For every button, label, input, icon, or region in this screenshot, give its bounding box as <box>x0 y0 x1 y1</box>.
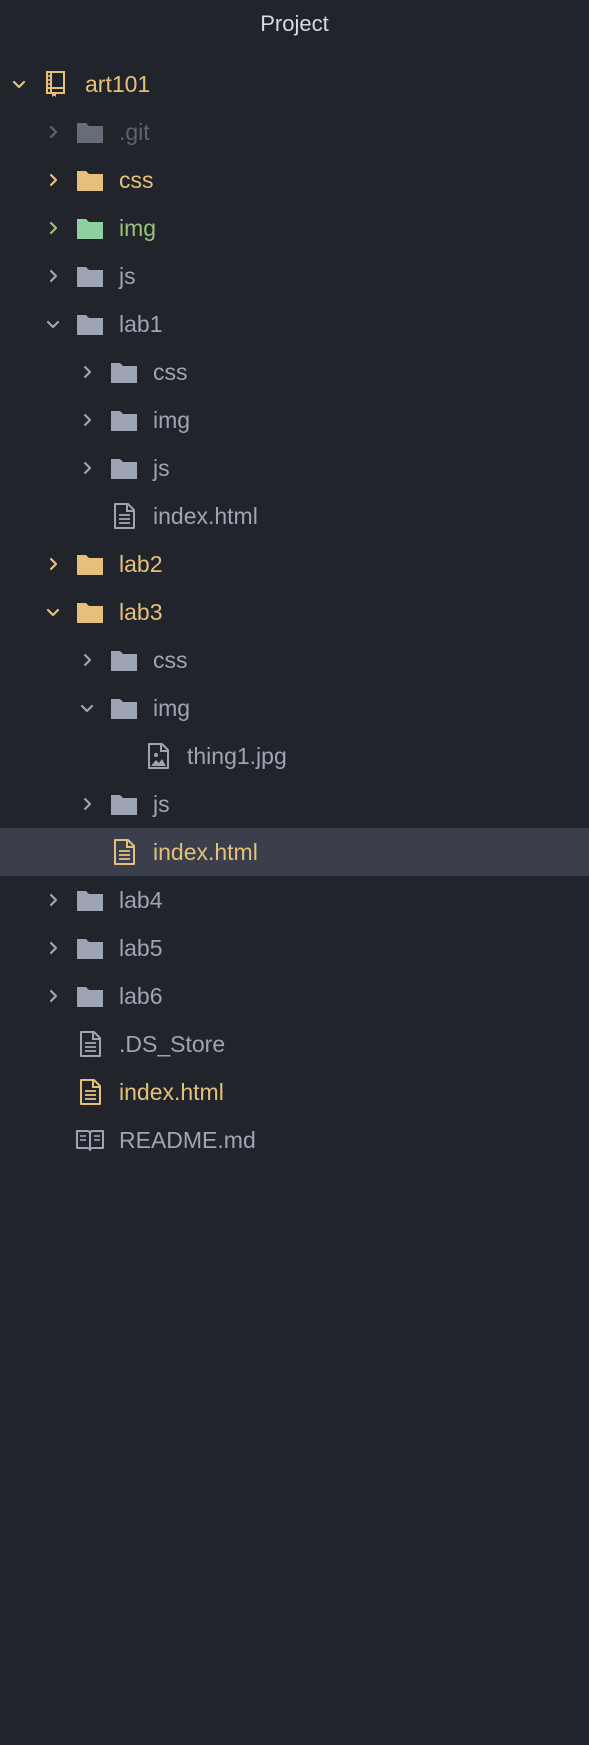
tree-item-label: css <box>153 647 188 673</box>
tree-file-item[interactable]: index.html <box>0 492 589 540</box>
chevron-right-icon[interactable] <box>76 457 98 479</box>
file-text-icon <box>75 1029 105 1059</box>
tree-item-label: thing1.jpg <box>187 743 287 769</box>
tree-folder-item[interactable]: lab6 <box>0 972 589 1020</box>
tree-folder-item[interactable]: lab3 <box>0 588 589 636</box>
chevron-down-icon[interactable] <box>8 73 30 95</box>
panel-title: Project <box>260 11 329 36</box>
chevron-right-icon[interactable] <box>42 937 64 959</box>
tree-item-label: .DS_Store <box>119 1031 226 1057</box>
folder-icon <box>75 549 105 579</box>
tree-folder-item[interactable]: js <box>0 252 589 300</box>
tree-file-item[interactable]: index.html <box>0 828 589 876</box>
tree-file-item[interactable]: thing1.jpg <box>0 732 589 780</box>
tree-item-label: lab5 <box>119 935 163 961</box>
folder-icon <box>75 981 105 1011</box>
tree-folder-item[interactable]: .git <box>0 108 589 156</box>
file-tree: art101 .git css img js lab1 css img js index.html… <box>0 60 589 1164</box>
tree-item-label: index.html <box>119 1079 224 1105</box>
project-panel: Project art101 .git css img js lab1 css img js in… <box>0 0 589 1745</box>
chevron-right-icon[interactable] <box>76 361 98 383</box>
tree-item-label: img <box>153 695 191 721</box>
folder-icon <box>75 885 105 915</box>
folder-icon <box>75 213 105 243</box>
tree-item-label: .git <box>119 119 150 145</box>
tree-file-item[interactable]: README.md <box>0 1116 589 1164</box>
folder-icon <box>109 357 139 387</box>
tree-file-item[interactable]: .DS_Store <box>0 1020 589 1068</box>
tree-folder-item[interactable]: lab1 <box>0 300 589 348</box>
file-image-icon <box>143 741 173 771</box>
chevron-right-icon[interactable] <box>42 217 64 239</box>
folder-icon <box>75 309 105 339</box>
tree-item-label: img <box>153 407 191 433</box>
tree-folder-item[interactable]: js <box>0 444 589 492</box>
folder-icon <box>109 453 139 483</box>
tree-folder-item[interactable]: css <box>0 156 589 204</box>
folder-icon <box>75 261 105 291</box>
folder-icon <box>109 789 139 819</box>
tree-item-label: lab1 <box>119 311 163 337</box>
tree-folder-item[interactable]: lab4 <box>0 876 589 924</box>
chevron-right-icon[interactable] <box>42 985 64 1007</box>
chevron-right-icon[interactable] <box>76 409 98 431</box>
tree-item-label: img <box>119 215 157 241</box>
tree-folder-item[interactable]: img <box>0 396 589 444</box>
file-text-icon <box>109 501 139 531</box>
tree-folder-item[interactable]: css <box>0 348 589 396</box>
chevron-right-icon[interactable] <box>76 649 98 671</box>
folder-icon <box>109 405 139 435</box>
tree-item-label: lab6 <box>119 983 163 1009</box>
chevron-right-icon[interactable] <box>42 121 64 143</box>
chevron-down-icon[interactable] <box>42 313 64 335</box>
tree-file-item[interactable]: index.html <box>0 1068 589 1116</box>
tree-item-label: js <box>153 791 170 817</box>
folder-icon <box>75 933 105 963</box>
repo-icon <box>41 69 71 99</box>
tree-item-label: lab3 <box>119 599 163 625</box>
file-text-icon <box>75 1077 105 1107</box>
folder-icon <box>109 693 139 723</box>
chevron-right-icon[interactable] <box>42 889 64 911</box>
chevron-right-icon[interactable] <box>42 169 64 191</box>
tree-item-label: js <box>153 455 170 481</box>
folder-icon <box>75 165 105 195</box>
tree-item-label: index.html <box>153 839 258 865</box>
tree-item-label: lab4 <box>119 887 163 913</box>
folder-icon <box>75 117 105 147</box>
chevron-down-icon[interactable] <box>42 601 64 623</box>
chevron-right-icon[interactable] <box>76 793 98 815</box>
tree-item-label: js <box>119 263 136 289</box>
chevron-down-icon[interactable] <box>76 697 98 719</box>
tree-item-label: css <box>153 359 188 385</box>
folder-icon <box>109 645 139 675</box>
chevron-right-icon[interactable] <box>42 265 64 287</box>
tree-folder-item[interactable]: css <box>0 636 589 684</box>
tree-item-label: art101 <box>85 71 151 97</box>
book-icon <box>75 1125 105 1155</box>
tree-folder-item[interactable]: img <box>0 684 589 732</box>
tree-folder-item[interactable]: lab2 <box>0 540 589 588</box>
tree-folder-item[interactable]: img <box>0 204 589 252</box>
file-text-icon <box>109 837 139 867</box>
tree-folder-item[interactable]: js <box>0 780 589 828</box>
tree-folder-item[interactable]: art101 <box>0 60 589 108</box>
tree-item-label: README.md <box>119 1127 256 1153</box>
tree-folder-item[interactable]: lab5 <box>0 924 589 972</box>
tree-item-label: lab2 <box>119 551 163 577</box>
tree-item-label: css <box>119 167 154 193</box>
tree-item-label: index.html <box>153 503 258 529</box>
folder-icon <box>75 597 105 627</box>
chevron-right-icon[interactable] <box>42 553 64 575</box>
